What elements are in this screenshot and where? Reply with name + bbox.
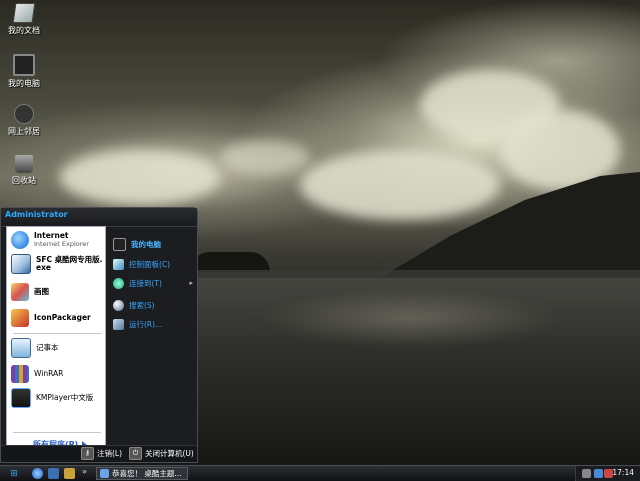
start-item-sfc[interactable]: SFC 桌酷网专用版. exe bbox=[11, 253, 107, 275]
paint-icon bbox=[11, 283, 29, 301]
search-icon bbox=[113, 299, 124, 311]
start-item-kmplayer[interactable]: KMPlayer中文版 bbox=[11, 387, 107, 409]
start-menu-programs-pane: Internet Internet Explorer SFC 桌酷网专用版. exe… bbox=[6, 226, 106, 452]
island bbox=[190, 252, 270, 272]
window-icon bbox=[100, 469, 109, 478]
cloud bbox=[60, 150, 220, 205]
start-item-label: WinRAR bbox=[34, 369, 64, 378]
desktop-icon-my-documents[interactable]: 我的文档 bbox=[4, 3, 44, 36]
start-item-label: IconPackager bbox=[34, 313, 91, 322]
submenu-arrow-icon: ▸ bbox=[189, 279, 193, 287]
notepad-icon bbox=[11, 338, 31, 358]
internet-explorer-icon bbox=[11, 231, 29, 249]
clock[interactable]: 17:14 bbox=[612, 468, 634, 477]
sfc-app-icon bbox=[11, 254, 31, 274]
cloud bbox=[300, 150, 500, 220]
start-item-subtitle: exe bbox=[36, 263, 52, 272]
connect-to-icon bbox=[113, 277, 124, 289]
desktop-icon-label: 我的文档 bbox=[8, 26, 40, 35]
separator bbox=[13, 432, 101, 433]
places-item-label: 我的电脑 bbox=[131, 239, 161, 249]
power-icon: ⏻ bbox=[129, 447, 142, 460]
quicklaunch-show-desktop-icon[interactable] bbox=[48, 468, 59, 479]
cloud bbox=[220, 140, 310, 175]
places-item-label: 搜索(S) bbox=[129, 300, 155, 310]
tray-network-icon[interactable] bbox=[594, 469, 603, 478]
control-panel-icon bbox=[113, 258, 124, 270]
places-item-connect-to[interactable]: 连接到(T) ▸ bbox=[113, 275, 197, 291]
my-computer-icon bbox=[113, 237, 126, 251]
taskbar-button[interactable]: 恭喜您！ 桌酷主题... bbox=[96, 467, 188, 480]
logoff-label: 注销(L) bbox=[97, 449, 123, 458]
places-item-control-panel[interactable]: 控制面板(C) bbox=[113, 256, 197, 272]
start-item-notepad[interactable]: 记事本 bbox=[11, 337, 107, 359]
start-item-label: KMPlayer中文版 bbox=[36, 393, 94, 402]
desktop-icon-label: 网上邻居 bbox=[8, 127, 40, 136]
start-menu-user: Administrator bbox=[1, 208, 197, 227]
separator bbox=[13, 333, 101, 334]
start-menu-footer: ⚷ 注销(L) ⏻ 关闭计算机(U) bbox=[1, 445, 197, 462]
my-documents-icon bbox=[12, 3, 36, 23]
start-item-paint[interactable]: 画图 bbox=[11, 281, 107, 303]
start-item-title: Internet bbox=[34, 231, 69, 240]
shutdown-label: 关闭计算机(U) bbox=[145, 449, 194, 458]
quicklaunch-ie-icon[interactable] bbox=[32, 468, 43, 479]
start-item-subtitle: Internet Explorer bbox=[34, 240, 89, 248]
windows-logo-icon: ⊞ bbox=[10, 468, 18, 479]
start-item-iconpackager[interactable]: IconPackager bbox=[11, 307, 107, 329]
places-item-run[interactable]: 运行(R)... bbox=[113, 316, 197, 332]
key-icon: ⚷ bbox=[81, 447, 94, 460]
places-item-label: 运行(R)... bbox=[129, 319, 163, 329]
start-button[interactable]: ⊞ bbox=[2, 467, 26, 480]
taskbar-button-label: 恭喜您！ 桌酷主题... bbox=[112, 469, 182, 478]
quicklaunch-app-icon[interactable] bbox=[64, 468, 75, 479]
desktop-icon-recycle-bin[interactable]: 回收站 bbox=[4, 155, 44, 186]
places-item-my-computer[interactable]: 我的电脑 bbox=[113, 236, 197, 252]
network-places-icon bbox=[14, 104, 34, 124]
my-computer-icon bbox=[13, 54, 35, 76]
tray-volume-icon[interactable] bbox=[582, 469, 591, 478]
start-menu: Administrator Internet Internet Explorer … bbox=[0, 207, 198, 463]
kmplayer-icon bbox=[11, 388, 31, 408]
start-item-winrar[interactable]: WinRAR bbox=[11, 363, 107, 385]
iconpackager-icon bbox=[11, 309, 29, 327]
run-icon bbox=[113, 318, 124, 330]
desktop-icon-network-places[interactable]: 网上邻居 bbox=[4, 104, 44, 137]
places-item-label: 连接到(T) bbox=[129, 278, 162, 288]
logoff-button[interactable]: ⚷ 注销(L) bbox=[81, 447, 122, 460]
start-item-label: 画图 bbox=[34, 287, 49, 296]
shutdown-button[interactable]: ⏻ 关闭计算机(U) bbox=[129, 447, 194, 460]
desktop-icon-my-computer[interactable]: 我的电脑 bbox=[4, 54, 44, 89]
places-item-label: 控制面板(C) bbox=[129, 259, 171, 269]
start-item-internet[interactable]: Internet Internet Explorer bbox=[11, 229, 107, 251]
winrar-icon bbox=[11, 365, 29, 383]
start-menu-places-pane: 我的电脑 控制面板(C) 连接到(T) ▸ 搜索(S) 运行(R)... bbox=[109, 226, 197, 452]
places-item-search[interactable]: 搜索(S) bbox=[113, 297, 197, 313]
start-item-label: 记事本 bbox=[36, 343, 59, 352]
desktop-icon-label: 回收站 bbox=[12, 176, 36, 185]
taskbar: ⊞ » 恭喜您！ 桌酷主题... 17:14 bbox=[0, 465, 640, 481]
quicklaunch-overflow[interactable]: » bbox=[82, 467, 87, 476]
system-tray: 17:14 bbox=[575, 466, 640, 481]
recycle-bin-icon bbox=[15, 155, 33, 173]
desktop-icon-label: 我的电脑 bbox=[8, 79, 40, 88]
